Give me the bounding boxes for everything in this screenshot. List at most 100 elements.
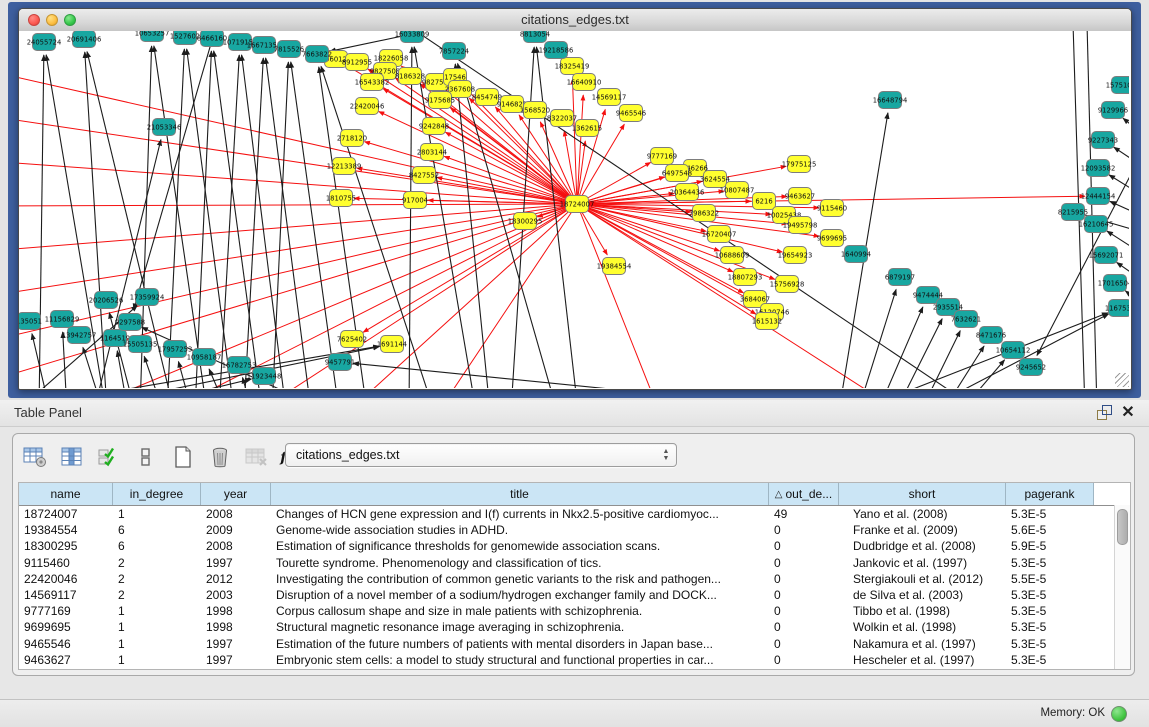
graph-edge[interactable] bbox=[353, 363, 830, 388]
table-cell[interactable]: 0 bbox=[769, 523, 839, 537]
graph-node[interactable]: 7857224 bbox=[439, 43, 469, 60]
graph-node[interactable]: 2803144 bbox=[417, 144, 447, 161]
graph-node[interactable]: 9115460 bbox=[817, 200, 847, 217]
graph-node[interactable]: 9465546 bbox=[616, 105, 646, 122]
graph-node[interactable]: 19654923 bbox=[778, 247, 813, 264]
create-column-button[interactable] bbox=[169, 444, 197, 472]
graph-node[interactable]: 16033809 bbox=[395, 31, 430, 43]
table-cell[interactable]: 5.3E-5 bbox=[1006, 604, 1094, 618]
graph-edge[interactable] bbox=[187, 49, 234, 388]
graph-node[interactable]: 917004 bbox=[402, 192, 428, 209]
table-cell[interactable]: 1997 bbox=[201, 653, 271, 667]
table-cell[interactable]: 9699695 bbox=[19, 620, 113, 634]
table-scrollbar-thumb[interactable] bbox=[1117, 509, 1128, 545]
table-cell[interactable]: 2 bbox=[113, 572, 201, 586]
graph-node[interactable]: 6497548 bbox=[662, 165, 692, 182]
table-cell[interactable]: 49 bbox=[769, 507, 839, 521]
graph-edge[interactable] bbox=[363, 204, 577, 332]
graph-node[interactable]: 11923448 bbox=[247, 368, 282, 385]
table-cell[interactable]: 0 bbox=[769, 588, 839, 602]
table-cell[interactable]: 2012 bbox=[201, 572, 271, 586]
table-cell[interactable]: Stergiakouli et al. (2012) bbox=[839, 572, 1006, 586]
table-cell[interactable]: 18300295 bbox=[19, 539, 113, 553]
network-window-titlebar[interactable]: citations_edges.txt bbox=[19, 9, 1131, 32]
delete-table-button[interactable] bbox=[243, 444, 271, 472]
table-cell[interactable]: Wolkin et al. (1998) bbox=[839, 620, 1006, 634]
graph-node[interactable]: 13942757 bbox=[62, 327, 97, 344]
table-cell[interactable]: 0 bbox=[769, 637, 839, 651]
table-cell[interactable]: 2 bbox=[113, 556, 201, 570]
table-cell[interactable]: 6 bbox=[113, 539, 201, 553]
graph-edge[interactable] bbox=[1087, 31, 1097, 388]
table-cell[interactable]: 5.3E-5 bbox=[1006, 637, 1094, 651]
table-cell[interactable]: 5.3E-5 bbox=[1006, 653, 1094, 667]
table-cell[interactable]: Franke et al. (2009) bbox=[839, 523, 1006, 537]
graph-node[interactable]: 18807293 bbox=[728, 269, 763, 286]
graph-node[interactable]: 1640994 bbox=[841, 246, 871, 263]
graph-node[interactable]: 18325419 bbox=[555, 58, 590, 75]
table-cell[interactable]: 9115460 bbox=[19, 556, 113, 570]
table-cell[interactable]: 5.6E-5 bbox=[1006, 523, 1094, 537]
table-cell[interactable]: Dudbridge et al. (2008) bbox=[839, 539, 1006, 553]
window-resize-grip[interactable] bbox=[1115, 373, 1129, 387]
graph-edge[interactable] bbox=[63, 332, 67, 388]
graph-node[interactable]: 9242848 bbox=[419, 118, 449, 135]
graph-node[interactable]: 9463627 bbox=[785, 188, 815, 205]
graph-edge[interactable] bbox=[259, 204, 577, 388]
graph-node[interactable]: 14569117 bbox=[592, 89, 627, 106]
graph-node[interactable]: 1527602 bbox=[170, 31, 200, 45]
graph-node[interactable]: 1568520 bbox=[520, 102, 550, 119]
graph-edge[interactable] bbox=[39, 55, 44, 388]
table-cell[interactable]: Tourette syndrome. Phenomenology and cla… bbox=[271, 556, 769, 570]
graph-node[interactable]: 8215955 bbox=[1058, 204, 1088, 221]
graph-node[interactable]: 1362615 bbox=[572, 120, 602, 137]
column-header-short[interactable]: short bbox=[839, 483, 1006, 505]
table-cell[interactable]: Changes of HCN gene expression and I(f) … bbox=[271, 507, 769, 521]
table-cell[interactable]: 18724007 bbox=[19, 507, 113, 521]
graph-node[interactable]: 9129966 bbox=[1098, 102, 1128, 119]
graph-edge[interactable] bbox=[1114, 147, 1129, 184]
close-panel-button[interactable]: ✕ bbox=[1119, 404, 1137, 422]
table-cell[interactable]: 2008 bbox=[201, 539, 271, 553]
graph-edge[interactable] bbox=[577, 204, 899, 388]
table-cell[interactable]: 2009 bbox=[201, 523, 271, 537]
table-cell[interactable]: de Silva et al. (2003) bbox=[839, 588, 1006, 602]
graph-node[interactable]: 17016504 bbox=[1098, 275, 1129, 292]
table-cell[interactable]: 19384554 bbox=[19, 523, 113, 537]
graph-edge[interactable] bbox=[117, 351, 128, 388]
table-cell[interactable]: Estimation of the future numbers of pati… bbox=[271, 637, 769, 651]
table-cell[interactable]: 1 bbox=[113, 620, 201, 634]
column-header-year[interactable]: year bbox=[201, 483, 271, 505]
table-cell[interactable]: 1997 bbox=[201, 556, 271, 570]
graph-node[interactable]: 1810755 bbox=[326, 190, 356, 207]
graph-node[interactable]: 15692071 bbox=[1089, 247, 1124, 264]
table-cell[interactable]: Corpus callosum shape and size in male p… bbox=[271, 604, 769, 618]
table-cell[interactable]: 1998 bbox=[201, 620, 271, 634]
table-cell[interactable]: 1 bbox=[113, 653, 201, 667]
table-cell[interactable]: 1 bbox=[113, 507, 201, 521]
graph-edge[interactable] bbox=[83, 347, 103, 388]
graph-node[interactable]: 1615132 bbox=[752, 313, 782, 330]
graph-node[interactable]: 20206526 bbox=[89, 292, 124, 309]
table-cell[interactable]: 2008 bbox=[201, 507, 271, 521]
table-row[interactable]: 969969511998Structural magnetic resonanc… bbox=[19, 619, 1130, 635]
graph-node[interactable]: 15751074 bbox=[1106, 77, 1129, 94]
graph-node[interactable]: 7986322 bbox=[689, 205, 719, 222]
graph-node[interactable]: 7625402 bbox=[337, 331, 367, 348]
graph-node[interactable]: 135051 bbox=[19, 313, 42, 330]
network-canvas[interactable]: 1872400789601238912955182260589827508818… bbox=[19, 31, 1129, 388]
table-cell[interactable]: 5.3E-5 bbox=[1006, 620, 1094, 634]
table-cell[interactable]: Hescheler et al. (1997) bbox=[839, 653, 1006, 667]
table-cell[interactable]: 5.5E-5 bbox=[1006, 572, 1094, 586]
graph-node[interactable]: 9699695 bbox=[817, 230, 847, 247]
table-row[interactable]: 946362711997Embryonic stem cells: a mode… bbox=[19, 652, 1130, 668]
table-cell[interactable]: 0 bbox=[769, 653, 839, 667]
table-cell[interactable]: 9465546 bbox=[19, 637, 113, 651]
graph-edge[interactable] bbox=[858, 289, 896, 388]
table-cell[interactable]: Jankovic et al. (1997) bbox=[839, 556, 1006, 570]
table-cell[interactable]: 0 bbox=[769, 620, 839, 634]
graph-node[interactable]: 17359924 bbox=[130, 289, 165, 306]
graph-node[interactable]: 9457791 bbox=[325, 354, 355, 371]
selection-mode-button[interactable] bbox=[95, 444, 123, 472]
table-row[interactable]: 1456911722003Disruption of a novel membe… bbox=[19, 587, 1130, 603]
